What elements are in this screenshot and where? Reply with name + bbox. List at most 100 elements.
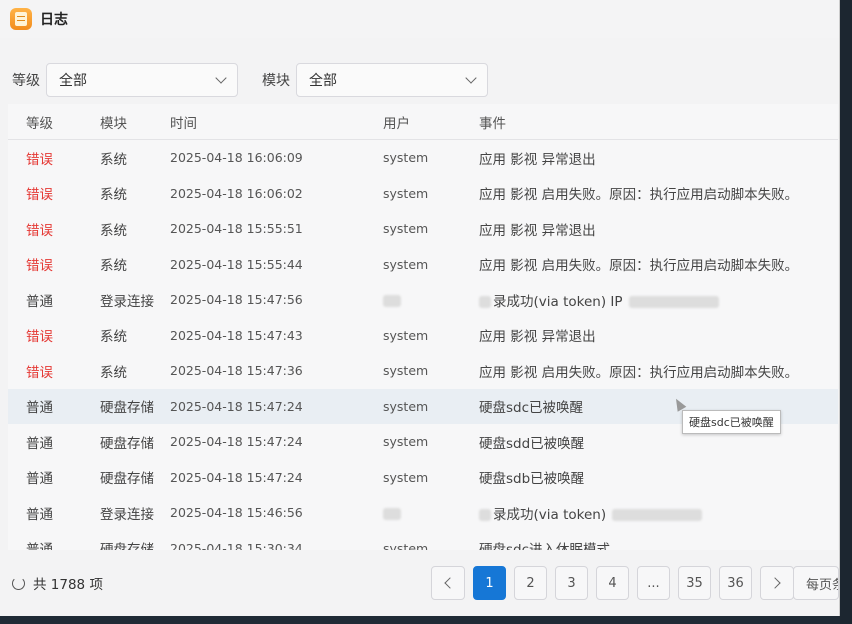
table-body: 错误 系统 2025-04-18 16:06:09 system 应用 影视 异常退出错… [8, 140, 838, 550]
event-cell: 硬盘sdd已被唤醒 [479, 435, 585, 452]
event-cell: 应用 影视 启用失败。原因：执行应用启动脚本失败。 [479, 187, 799, 204]
page-button[interactable]: 2 [514, 566, 547, 600]
module-cell: 登录连接 [100, 506, 154, 523]
redacted-ip [628, 295, 719, 308]
redacted-ip [612, 508, 703, 521]
table-row[interactable]: 普通 硬盘存储 2025-04-18 15:47:24 system 硬盘sdb已被唤醒 [8, 460, 838, 496]
table-row[interactable]: 错误 系统 2025-04-18 15:55:51 system 应用 影视 异常退出 [8, 211, 838, 247]
event-cell: 应用 影视 异常退出 [479, 329, 596, 346]
event-cell: 硬盘sdb已被唤醒 [479, 471, 585, 488]
page-button[interactable]: 35 [678, 566, 711, 600]
module-filter-select[interactable]: 全部 [296, 63, 488, 97]
time-cell: 2025-04-18 15:55:51 [170, 221, 303, 237]
page-button[interactable]: 4 [596, 566, 629, 600]
time-cell: 2025-04-18 15:47:36 [170, 363, 303, 379]
user-cell: system [383, 185, 429, 201]
time-cell: 2025-04-18 15:30:34 [170, 540, 303, 550]
module-cell: 系统 [100, 329, 127, 346]
log-window: 日志 等级 全部 模块 全部 等级 模块 时间 用户 事件 错误 系统 2025-0… [0, 0, 840, 616]
background-strip [840, 0, 852, 624]
module-cell: 系统 [100, 187, 127, 204]
table-row[interactable]: 普通 登录连接 2025-04-18 15:47:56 录成功(via token) … [8, 282, 838, 318]
table-row[interactable]: 错误 系统 2025-04-18 16:06:02 system 应用 影视 启用失败。… [8, 176, 838, 212]
table-footer: 共 1788 项 1 2 3 4 ... 35 36 每页条 [0, 550, 839, 616]
level-filter-select[interactable]: 全部 [46, 63, 238, 97]
user-cell: system [383, 150, 429, 166]
module-cell: 硬盘存储 [100, 471, 154, 488]
redacted-user [383, 507, 401, 520]
level-cell: 错误 [26, 151, 53, 168]
table-row[interactable]: 普通 登录连接 2025-04-18 15:46:56 录成功(via token) [8, 495, 838, 531]
event-cell: 应用 影视 异常退出 [479, 151, 596, 168]
filter-bar: 等级 全部 模块 全部 [0, 38, 839, 108]
module-cell: 硬盘存储 [80, 538, 170, 550]
log-document-icon [10, 8, 32, 30]
header-level[interactable]: 等级 [8, 112, 80, 132]
module-cell: 硬盘存储 [100, 435, 154, 452]
user-cell: system [383, 434, 429, 450]
event-cell: 硬盘sdc进入休眠模式 [479, 538, 838, 550]
level-cell: 错误 [26, 364, 53, 381]
header-time[interactable]: 时间 [170, 112, 363, 132]
header-event[interactable]: 事件 [479, 112, 838, 132]
redacted-prefix [479, 508, 491, 521]
time-cell: 2025-04-18 15:47:24 [170, 398, 303, 414]
page-button[interactable]: 36 [719, 566, 752, 600]
level-cell: 普通 [8, 538, 80, 550]
table-row[interactable]: 错误 系统 2025-04-18 15:47:36 system 应用 影视 启用失败。… [8, 353, 838, 389]
refresh-icon[interactable] [12, 576, 25, 590]
user-cell: system [383, 469, 429, 485]
page-ellipsis-button[interactable]: ... [637, 566, 670, 600]
level-cell: 错误 [26, 222, 53, 239]
window-title: 日志 [40, 12, 68, 28]
event-cell: 录成功(via token) [479, 503, 838, 523]
table-row[interactable]: 错误 系统 2025-04-18 15:55:44 system 应用 影视 启用失败。… [8, 247, 838, 283]
per-page-select[interactable]: 每页条 [793, 566, 839, 600]
time-cell: 2025-04-18 15:47:24 [170, 469, 303, 485]
time-cell: 2025-04-18 16:06:09 [170, 150, 303, 166]
module-cell: 登录连接 [100, 293, 154, 310]
table-row[interactable]: 普通硬盘存储2025-04-18 15:30:34 system 硬盘sdc进入休眠… [8, 531, 838, 550]
level-filter-value: 全部 [59, 73, 87, 89]
user-cell [363, 505, 479, 520]
redacted-prefix [479, 295, 491, 308]
event-tooltip: 硬盘sdc已被唤醒 [682, 410, 781, 434]
level-cell: 普通 [26, 400, 53, 417]
level-cell: 错误 [26, 329, 53, 346]
user-cell: system [383, 256, 429, 272]
event-cell: 录成功(via token) IP [479, 290, 838, 310]
table-row[interactable]: 错误 系统 2025-04-18 15:47:43 system 应用 影视 异常退出 [8, 318, 838, 354]
level-cell: 普通 [26, 471, 53, 488]
page-button[interactable]: 3 [555, 566, 588, 600]
event-cell: 应用 影视 启用失败。原因：执行应用启动脚本失败。 [479, 364, 799, 381]
page-button[interactable]: 1 [473, 566, 506, 600]
title-bar: 日志 [0, 0, 839, 38]
total-count: 共 1788 项 [12, 573, 103, 593]
prev-page-button[interactable] [431, 566, 465, 600]
level-cell: 普通 [26, 293, 53, 310]
event-cell: 应用 影视 异常退出 [479, 222, 596, 239]
user-cell: system [383, 363, 429, 379]
module-filter-value: 全部 [309, 73, 337, 89]
level-filter-label: 等级 [12, 73, 40, 89]
user-cell: system [383, 398, 429, 414]
table-row[interactable]: 错误 系统 2025-04-18 16:06:09 system 应用 影视 异常退出 [8, 140, 838, 176]
redacted-user [383, 294, 401, 307]
time-cell: 2025-04-18 16:06:02 [170, 185, 303, 201]
time-cell: 2025-04-18 15:47:56 [170, 292, 303, 308]
module-cell: 系统 [100, 222, 127, 239]
total-count-text: 共 1788 项 [33, 577, 103, 593]
module-cell: 系统 [100, 258, 127, 275]
header-user[interactable]: 用户 [363, 112, 479, 132]
user-cell: system [383, 540, 429, 550]
chevron-left-icon [444, 577, 456, 589]
header-module[interactable]: 模块 [80, 112, 170, 132]
level-cell: 普通 [26, 506, 53, 523]
next-page-button[interactable] [760, 566, 794, 600]
user-cell: system [383, 221, 429, 237]
time-cell: 2025-04-18 15:46:56 [170, 505, 303, 521]
table-header: 等级 模块 时间 用户 事件 [8, 104, 838, 140]
pagination: 1 2 3 4 ... 35 36 [431, 566, 802, 600]
module-filter-label: 模块 [262, 73, 290, 89]
module-cell: 系统 [100, 151, 127, 168]
